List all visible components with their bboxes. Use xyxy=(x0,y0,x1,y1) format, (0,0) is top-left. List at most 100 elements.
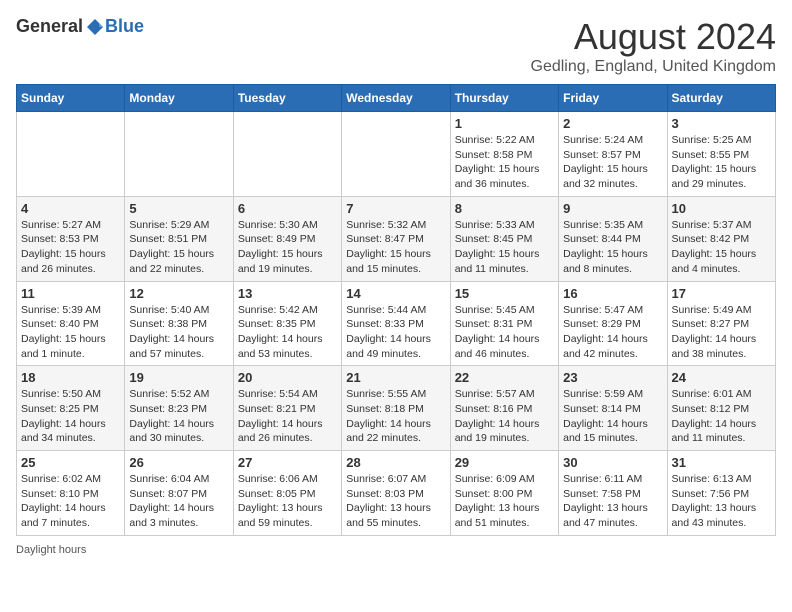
day-number: 17 xyxy=(672,286,771,301)
daylight-label: Daylight hours xyxy=(16,544,86,556)
calendar-cell: 11 Sunrise: 5:39 AM Sunset: 8:40 PM Dayli… xyxy=(17,281,125,366)
calendar-cell: 30 Sunrise: 6:11 AM Sunset: 7:58 PM Dayli… xyxy=(559,451,667,536)
day-info: Sunrise: 6:11 AM Sunset: 7:58 PM Dayligh… xyxy=(563,472,662,531)
calendar-cell: 10Sunrise: 5:37 AM Sunset: 8:42 PM Dayli… xyxy=(667,196,775,281)
calendar-week-row: 11 Sunrise: 5:39 AM Sunset: 8:40 PM Dayli… xyxy=(17,281,776,366)
day-number: 2 xyxy=(563,116,662,131)
day-number: 23 xyxy=(563,370,662,385)
day-info: Sunrise: 6:04 AM Sunset: 8:07 PM Dayligh… xyxy=(129,472,228,531)
day-info: Sunrise: 5:47 AM Sunset: 8:29 PM Dayligh… xyxy=(563,303,662,362)
calendar-cell: 15Sunrise: 5:45 AM Sunset: 8:31 PM Dayli… xyxy=(450,281,558,366)
title-block: August 2024 Gedling, England, United Kin… xyxy=(531,16,777,76)
calendar-week-row: 4Sunrise: 5:27 AM Sunset: 8:53 PM Daylig… xyxy=(17,196,776,281)
day-info: Sunrise: 6:13 AM Sunset: 7:56 PM Dayligh… xyxy=(672,472,771,531)
day-info: Sunrise: 6:01 AM Sunset: 8:12 PM Dayligh… xyxy=(672,387,771,446)
main-title: August 2024 xyxy=(531,16,777,58)
calendar-week-row: 1 Sunrise: 5:22 AM Sunset: 8:58 PM Daylig… xyxy=(17,112,776,197)
day-number: 20 xyxy=(238,370,337,385)
page-header: General Blue August 2024 Gedling, Englan… xyxy=(16,16,776,76)
calendar-week-row: 25 Sunrise: 6:02 AM Sunset: 8:10 PM Dayli… xyxy=(17,451,776,536)
calendar-cell: 24 Sunrise: 6:01 AM Sunset: 8:12 PM Dayli… xyxy=(667,366,775,451)
header-monday: Monday xyxy=(125,85,233,112)
calendar-cell: 13Sunrise: 5:42 AM Sunset: 8:35 PM Dayli… xyxy=(233,281,341,366)
calendar-cell: 16 Sunrise: 5:47 AM Sunset: 8:29 PM Dayli… xyxy=(559,281,667,366)
day-number: 1 xyxy=(455,116,554,131)
calendar-cell: 20Sunrise: 5:54 AM Sunset: 8:21 PM Dayli… xyxy=(233,366,341,451)
header-friday: Friday xyxy=(559,85,667,112)
calendar-cell: 19Sunrise: 5:52 AM Sunset: 8:23 PM Dayli… xyxy=(125,366,233,451)
day-info: Sunrise: 5:24 AM Sunset: 8:57 PM Dayligh… xyxy=(563,133,662,192)
day-info: Sunrise: 5:22 AM Sunset: 8:58 PM Dayligh… xyxy=(455,133,554,192)
calendar-cell: 7 Sunrise: 5:32 AM Sunset: 8:47 PM Daylig… xyxy=(342,196,450,281)
day-info: Sunrise: 5:25 AM Sunset: 8:55 PM Dayligh… xyxy=(672,133,771,192)
calendar-cell xyxy=(17,112,125,197)
day-number: 26 xyxy=(129,455,228,470)
calendar-header: SundayMondayTuesdayWednesdayThursdayFrid… xyxy=(17,85,776,112)
calendar-cell: 21Sunrise: 5:55 AM Sunset: 8:18 PM Dayli… xyxy=(342,366,450,451)
day-number: 25 xyxy=(21,455,120,470)
day-info: Sunrise: 5:55 AM Sunset: 8:18 PM Dayligh… xyxy=(346,387,445,446)
header-sunday: Sunday xyxy=(17,85,125,112)
day-info: Sunrise: 6:02 AM Sunset: 8:10 PM Dayligh… xyxy=(21,472,120,531)
header-thursday: Thursday xyxy=(450,85,558,112)
calendar-cell: 28 Sunrise: 6:07 AM Sunset: 8:03 PM Dayli… xyxy=(342,451,450,536)
day-info: Sunrise: 5:57 AM Sunset: 8:16 PM Dayligh… xyxy=(455,387,554,446)
calendar-cell: 26 Sunrise: 6:04 AM Sunset: 8:07 PM Dayli… xyxy=(125,451,233,536)
day-number: 5 xyxy=(129,201,228,216)
day-number: 27 xyxy=(238,455,337,470)
header-tuesday: Tuesday xyxy=(233,85,341,112)
day-info: Sunrise: 5:42 AM Sunset: 8:35 PM Dayligh… xyxy=(238,303,337,362)
calendar-cell: 29 Sunrise: 6:09 AM Sunset: 8:00 PM Dayli… xyxy=(450,451,558,536)
day-info: Sunrise: 5:59 AM Sunset: 8:14 PM Dayligh… xyxy=(563,387,662,446)
header-saturday: Saturday xyxy=(667,85,775,112)
calendar-cell: 3Sunrise: 5:25 AM Sunset: 8:55 PM Daylig… xyxy=(667,112,775,197)
day-info: Sunrise: 6:07 AM Sunset: 8:03 PM Dayligh… xyxy=(346,472,445,531)
day-info: Sunrise: 5:44 AM Sunset: 8:33 PM Dayligh… xyxy=(346,303,445,362)
calendar-body: 1 Sunrise: 5:22 AM Sunset: 8:58 PM Daylig… xyxy=(17,112,776,536)
calendar-cell xyxy=(342,112,450,197)
calendar-cell: 5Sunrise: 5:29 AM Sunset: 8:51 PM Daylig… xyxy=(125,196,233,281)
day-info: Sunrise: 5:33 AM Sunset: 8:45 PM Dayligh… xyxy=(455,218,554,277)
day-number: 16 xyxy=(563,286,662,301)
calendar-week-row: 18 Sunrise: 5:50 AM Sunset: 8:25 PM Dayli… xyxy=(17,366,776,451)
day-info: Sunrise: 5:52 AM Sunset: 8:23 PM Dayligh… xyxy=(129,387,228,446)
day-info: Sunrise: 5:32 AM Sunset: 8:47 PM Dayligh… xyxy=(346,218,445,277)
day-info: Sunrise: 5:49 AM Sunset: 8:27 PM Dayligh… xyxy=(672,303,771,362)
calendar-cell: 25 Sunrise: 6:02 AM Sunset: 8:10 PM Dayli… xyxy=(17,451,125,536)
calendar-table: SundayMondayTuesdayWednesdayThursdayFrid… xyxy=(16,84,776,536)
calendar-cell: 14Sunrise: 5:44 AM Sunset: 8:33 PM Dayli… xyxy=(342,281,450,366)
day-number: 24 xyxy=(672,370,771,385)
calendar-cell: 17 Sunrise: 5:49 AM Sunset: 8:27 PM Dayli… xyxy=(667,281,775,366)
day-info: Sunrise: 5:37 AM Sunset: 8:42 PM Dayligh… xyxy=(672,218,771,277)
calendar-cell: 23 Sunrise: 5:59 AM Sunset: 8:14 PM Dayli… xyxy=(559,366,667,451)
day-info: Sunrise: 6:09 AM Sunset: 8:00 PM Dayligh… xyxy=(455,472,554,531)
calendar-cell: 12 Sunrise: 5:40 AM Sunset: 8:38 PM Dayli… xyxy=(125,281,233,366)
day-info: Sunrise: 6:06 AM Sunset: 8:05 PM Dayligh… xyxy=(238,472,337,531)
day-info: Sunrise: 5:30 AM Sunset: 8:49 PM Dayligh… xyxy=(238,218,337,277)
day-number: 12 xyxy=(129,286,228,301)
day-number: 29 xyxy=(455,455,554,470)
footer: Daylight hours xyxy=(16,544,776,556)
calendar-cell: 8 Sunrise: 5:33 AM Sunset: 8:45 PM Daylig… xyxy=(450,196,558,281)
subtitle: Gedling, England, United Kingdom xyxy=(531,58,777,76)
day-info: Sunrise: 5:50 AM Sunset: 8:25 PM Dayligh… xyxy=(21,387,120,446)
calendar-cell xyxy=(125,112,233,197)
calendar-cell xyxy=(233,112,341,197)
logo-general-text: General xyxy=(16,16,83,37)
day-number: 9 xyxy=(563,201,662,216)
day-number: 28 xyxy=(346,455,445,470)
calendar-cell: 2 Sunrise: 5:24 AM Sunset: 8:57 PM Daylig… xyxy=(559,112,667,197)
calendar-cell: 31 Sunrise: 6:13 AM Sunset: 7:56 PM Dayli… xyxy=(667,451,775,536)
day-number: 30 xyxy=(563,455,662,470)
day-number: 11 xyxy=(21,286,120,301)
day-info: Sunrise: 5:39 AM Sunset: 8:40 PM Dayligh… xyxy=(21,303,120,362)
day-number: 7 xyxy=(346,201,445,216)
calendar-cell: 18 Sunrise: 5:50 AM Sunset: 8:25 PM Dayli… xyxy=(17,366,125,451)
day-number: 4 xyxy=(21,201,120,216)
day-info: Sunrise: 5:35 AM Sunset: 8:44 PM Dayligh… xyxy=(563,218,662,277)
calendar-cell: 4Sunrise: 5:27 AM Sunset: 8:53 PM Daylig… xyxy=(17,196,125,281)
day-number: 18 xyxy=(21,370,120,385)
day-info: Sunrise: 5:40 AM Sunset: 8:38 PM Dayligh… xyxy=(129,303,228,362)
day-number: 8 xyxy=(455,201,554,216)
day-number: 31 xyxy=(672,455,771,470)
